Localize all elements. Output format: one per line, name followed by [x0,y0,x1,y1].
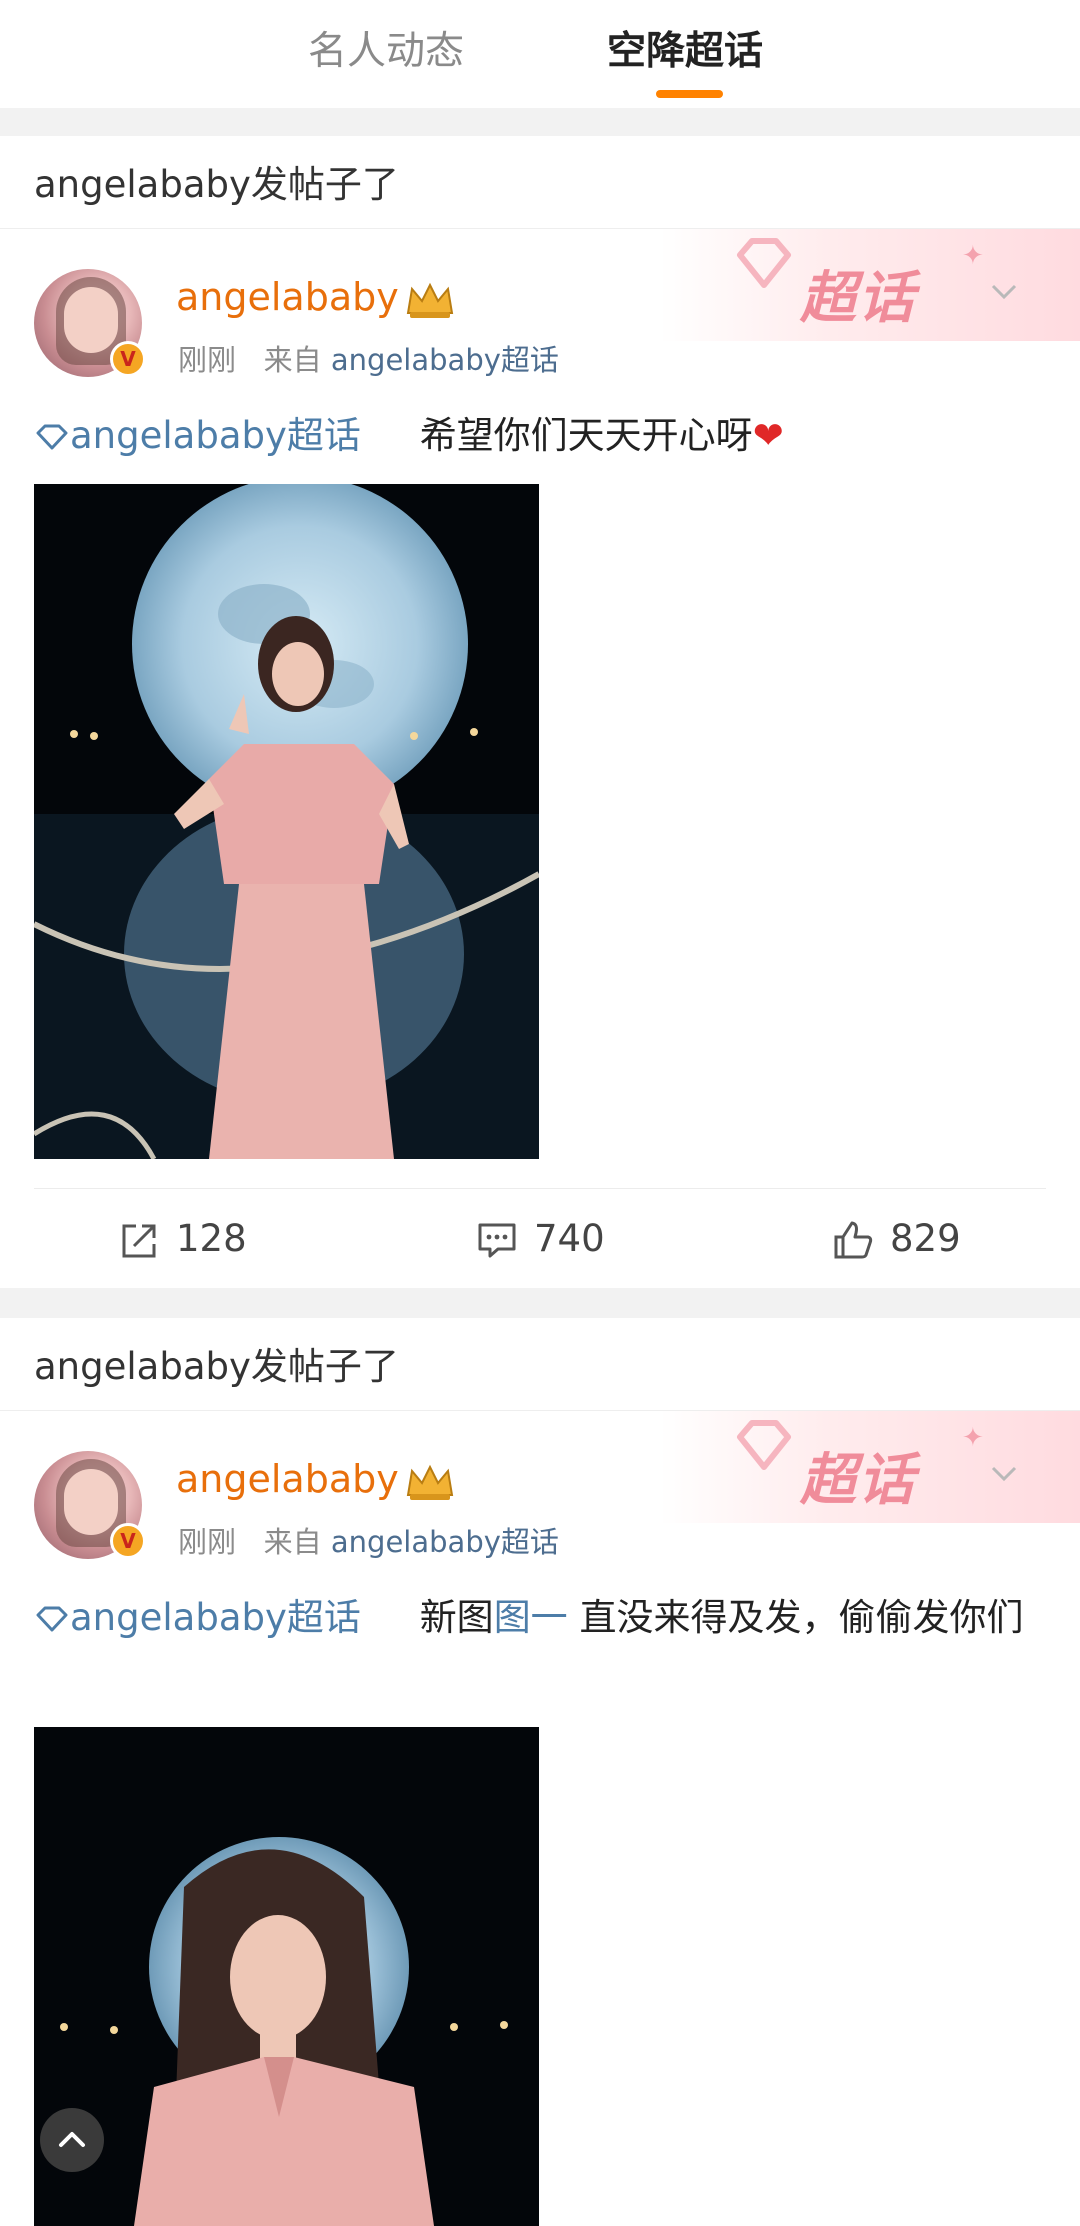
feed-section-header: angelababy发帖子了 [0,136,1080,229]
comment-icon [478,1223,516,1258]
post-text: angelababy超话 新图图一 直没来得及发，偷偷发你们 [34,1587,1054,1649]
diamond-icon [737,1420,791,1470]
post-photo[interactable] [34,1727,539,2226]
post-body: 希望你们天天开心呀 [419,414,753,457]
repost-icon [122,1224,156,1258]
post-time: 刚刚 [178,343,237,377]
super-topic-label: 超话 [800,1448,916,1513]
source-prefix: 来自 [263,1525,322,1559]
super-topic-label: 超话 [800,266,916,331]
tab-super-topic[interactable]: 空降超话 [607,22,763,82]
verified-badge-icon: V [110,1523,146,1559]
sparkle-icon: ✦ [962,241,984,271]
post-meta: 刚刚 来自 angelababy超话 [178,1519,559,1561]
username[interactable]: angelababy [176,1457,399,1501]
post-time: 刚刚 [178,1525,237,1559]
comment-count: 740 [534,1217,605,1260]
source-prefix: 来自 [263,343,322,377]
sparkle-icon: ✦ [962,1423,984,1453]
chevron-down-icon[interactable] [990,1459,1018,1487]
verified-badge-icon: V [110,341,146,377]
section-gap [0,1288,1080,1318]
username[interactable]: angelababy [176,275,399,319]
avatar[interactable]: V [34,269,146,377]
post-card[interactable]: 超话 ✦ V angelababy 刚刚 来自 angelababy超话 ang… [0,229,1080,1288]
diamond-icon [36,1606,68,1632]
avatar[interactable]: V [34,1451,146,1559]
post-meta: 刚刚 来自 angelababy超话 [178,337,559,379]
chevron-down-icon[interactable] [990,277,1018,305]
post-body-rest: 直没来得及发，偷偷发你们 [567,1596,1024,1639]
image-link[interactable]: 图一 [494,1596,568,1639]
diamond-icon [36,424,68,450]
like-icon [834,1221,873,1259]
diamond-icon [737,238,791,288]
top-tab-bar: 名人动态 空降超话 [0,0,1080,108]
post-body: 新图 [419,1596,494,1639]
feed-section-header: angelababy发帖子了 [0,1318,1080,1411]
topic-link[interactable]: angelababy超话 [34,1596,373,1639]
post-photo[interactable] [34,484,539,1159]
repost-count: 128 [176,1217,247,1260]
super-topic-banner[interactable]: 超话 ✦ [660,229,1080,341]
super-topic-banner[interactable]: 超话 ✦ [660,1411,1080,1523]
crown-icon [406,1464,454,1500]
post-card[interactable]: 超话 ✦ V angelababy 刚刚 来自 angelababy超话 ang… [0,1411,1080,2226]
heart-emoji: ❤ [752,414,784,457]
chevron-up-icon [59,2132,85,2147]
photo-moon-woman [34,484,539,1159]
crown-icon [406,282,454,318]
source-link[interactable]: angelababy超话 [331,343,559,377]
photo-moon-portrait [34,1727,539,2226]
active-tab-indicator [656,90,723,98]
post-text: angelababy超话 希望你们天天开心呀❤ [34,405,1054,467]
tab-celebrity-news[interactable]: 名人动态 [308,22,464,82]
divider [34,1188,1046,1189]
scroll-to-top-button[interactable] [40,2108,104,2172]
topic-link[interactable]: angelababy超话 [34,414,373,457]
section-title: angelababy发帖子了 [34,163,399,206]
section-gap [0,108,1080,136]
section-title: angelababy发帖子了 [34,1345,399,1388]
source-link[interactable]: angelababy超话 [331,1525,559,1559]
like-count: 829 [890,1217,961,1260]
